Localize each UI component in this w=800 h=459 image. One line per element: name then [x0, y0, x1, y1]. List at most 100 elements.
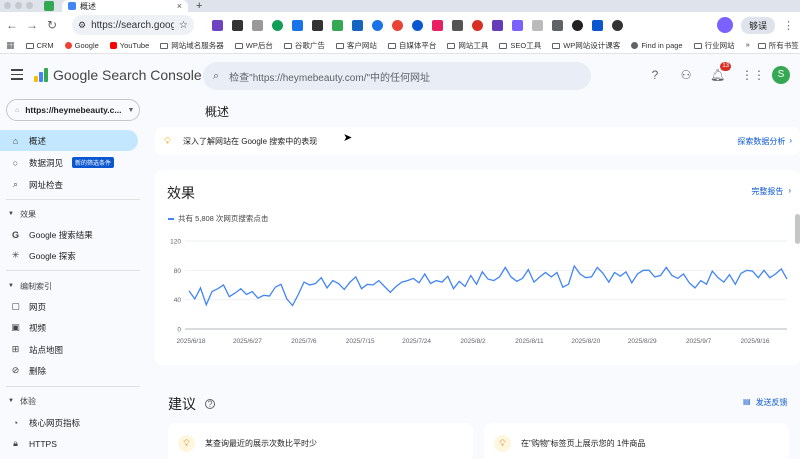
all-bookmarks-button[interactable]: 所有书签	[757, 40, 799, 51]
extension-icon[interactable]	[312, 19, 323, 31]
bookmark-item[interactable]: 自媒体平台	[387, 40, 436, 51]
apps-grid-icon[interactable]: ▦	[6, 40, 15, 51]
bookmark-item[interactable]: CRM	[25, 41, 54, 50]
profile-avatar[interactable]	[716, 17, 733, 33]
bookmark-item[interactable]: 网站工具	[447, 40, 488, 51]
extension-icon[interactable]	[372, 19, 383, 31]
extension-icon[interactable]	[232, 19, 243, 31]
bookmark-item[interactable]: YouTube	[109, 41, 149, 50]
new-tab-button[interactable]: +	[196, 0, 202, 12]
divider	[6, 386, 140, 387]
bookmarks-more-button[interactable]: »	[746, 40, 750, 51]
clicks-chart[interactable]: 0 40 80 120 2025/6/18 2025/6/27 2025/7/6 2025/7…	[155, 230, 800, 360]
url-inspection-search[interactable]: ⌕ 检查"https://heymebeauty.com/"中的任何网址	[203, 62, 591, 90]
extension-icon[interactable]	[492, 19, 503, 31]
notifications-icon[interactable]: 🔔︎ 13	[710, 62, 731, 82]
menu-icon[interactable]	[11, 69, 23, 83]
sidebar-item-cwv[interactable]: ◔ 核心网页指标	[0, 412, 138, 433]
extension-icon[interactable]	[272, 19, 283, 31]
sidebar-item-search-results[interactable]: G Google 搜索结果	[0, 224, 138, 245]
property-selector[interactable]: ⌂ https://heymebeauty.c... ▼	[6, 99, 140, 121]
scrollbar[interactable]	[795, 214, 800, 244]
section-indexing[interactable]: ▼ 编制索引	[0, 279, 140, 293]
suggestion-card[interactable]: 💡︎ 某查询最近的展示次数比平时少	[168, 423, 473, 459]
bookmark-item[interactable]: WP网站设计课客	[552, 40, 620, 51]
pinned-tab-icon[interactable]	[44, 1, 54, 11]
extension-icon[interactable]	[392, 19, 403, 31]
suggestion-card[interactable]: 💡︎ 在"购物"标签页上展示您的 1件商品	[484, 423, 789, 459]
section-experience[interactable]: ▼ 体验	[0, 394, 140, 408]
y-tick-label: 0	[177, 327, 181, 334]
extension-icon[interactable]	[472, 19, 483, 31]
window-controls[interactable]	[4, 2, 33, 9]
suggestions-title: 建议	[168, 396, 196, 412]
x-tick-label: 2025/9/16	[741, 338, 770, 345]
explore-insights-link[interactable]: 探索数据分析 ›	[737, 136, 792, 147]
extension-icon[interactable]	[252, 19, 263, 31]
lightbulb-icon: 💡︎	[178, 434, 195, 452]
extension-icon[interactable]	[512, 19, 523, 31]
bookmark-item[interactable]: 客户网站	[335, 40, 377, 51]
users-settings-icon[interactable]: ⚇	[679, 68, 693, 82]
insights-banner[interactable]: 💡︎ 深入了解网站在 Google 搜索中的表现 探索数据分析 ›	[155, 127, 800, 155]
suggestion-text: 在"购物"标签页上展示您的 1件商品	[521, 438, 646, 448]
back-icon[interactable]: ←	[6, 18, 18, 32]
extension-icon[interactable]	[332, 19, 343, 31]
chart-legend[interactable]: 共有 5,808 次网页搜索点击	[168, 213, 268, 224]
forward-icon[interactable]: →	[26, 18, 38, 32]
sidebar-item-overview[interactable]: ⌂ 概述	[0, 130, 138, 151]
app-logo[interactable]: Google Search Console	[34, 67, 202, 83]
site-info-icon[interactable]: ⚙	[78, 20, 86, 31]
extension-icon[interactable]	[212, 19, 223, 31]
address-bar[interactable]: ⚙ https://search.googl... ☆	[72, 15, 194, 35]
browser-menu-icon[interactable]: ⋮	[783, 19, 794, 32]
user-avatar[interactable]: S	[772, 66, 790, 84]
relaunch-button[interactable]: 够误	[740, 16, 775, 34]
sidebar-item-videos[interactable]: ▣ 视频	[0, 317, 138, 338]
browser-tab[interactable]: 概述 ×	[62, 0, 188, 12]
bookmark-item[interactable]: Find in page	[631, 41, 683, 50]
extension-icon[interactable]	[532, 19, 543, 31]
bookmarks-bar: ▦ CRM Google YouTube 网站域名服务器 WP后台 谷歌广告 客…	[0, 38, 800, 54]
sidebar-item-sitemaps[interactable]: ⊞ 站点地图	[0, 339, 138, 360]
property-name: https://heymebeauty.c...	[25, 105, 122, 115]
google-icon	[64, 42, 72, 49]
browser-tabbar: 概述 × +	[0, 0, 800, 12]
extension-icon[interactable]	[572, 19, 583, 31]
apps-grid-icon[interactable]: ⋮⋮	[741, 68, 765, 82]
folder-icon	[160, 42, 169, 49]
extension-icon[interactable]	[352, 19, 363, 31]
chevron-right-icon: ›	[788, 186, 791, 195]
help-icon[interactable]: ?	[648, 68, 662, 82]
send-feedback-link[interactable]: ▤ 发送反馈	[743, 397, 788, 408]
extension-icon[interactable]	[412, 19, 423, 31]
sidebar-item-insights[interactable]: ○ 数据洞见 新的筛选条件	[0, 152, 138, 173]
tab-close-icon[interactable]: ×	[177, 1, 182, 11]
reload-icon[interactable]: ↻	[46, 18, 58, 32]
extension-icon[interactable]	[612, 19, 623, 31]
full-report-link[interactable]: 完整报告 ›	[751, 186, 791, 197]
extension-icon[interactable]	[592, 19, 603, 31]
bookmark-item[interactable]: 谷歌广告	[283, 40, 325, 51]
asterisk-icon: ✳	[11, 250, 20, 260]
bookmark-item[interactable]: SEO工具	[499, 40, 541, 51]
extension-icon[interactable]	[552, 19, 563, 31]
divider	[6, 270, 140, 271]
bookmark-star-icon[interactable]: ☆	[179, 20, 188, 31]
bookmark-item[interactable]: Google	[64, 41, 99, 50]
sidebar-item-https[interactable]: 🔒︎ HTTPS	[0, 433, 138, 454]
sidebar-item-pages[interactable]: ▢ 网页	[0, 296, 138, 317]
extension-icon[interactable]	[452, 19, 463, 31]
bookmark-item[interactable]: WP后台	[234, 40, 273, 51]
help-icon[interactable]: ?	[205, 399, 215, 409]
section-performance[interactable]: ▼ 效果	[0, 207, 140, 221]
bookmark-item[interactable]: 网站域名服务器	[160, 40, 224, 51]
extension-icon[interactable]	[292, 19, 303, 31]
extension-icon[interactable]	[432, 19, 443, 31]
sidebar-item-url-inspection[interactable]: ⌕ 网址检查	[0, 174, 138, 195]
tab-title: 概述	[80, 1, 96, 11]
search-icon: ⌕	[213, 69, 220, 82]
sidebar-item-discover[interactable]: ✳ Google 探索	[0, 245, 138, 266]
sidebar-item-removals[interactable]: ⊘ 删除	[0, 360, 138, 381]
bookmark-item[interactable]: 行业网站	[693, 40, 735, 51]
